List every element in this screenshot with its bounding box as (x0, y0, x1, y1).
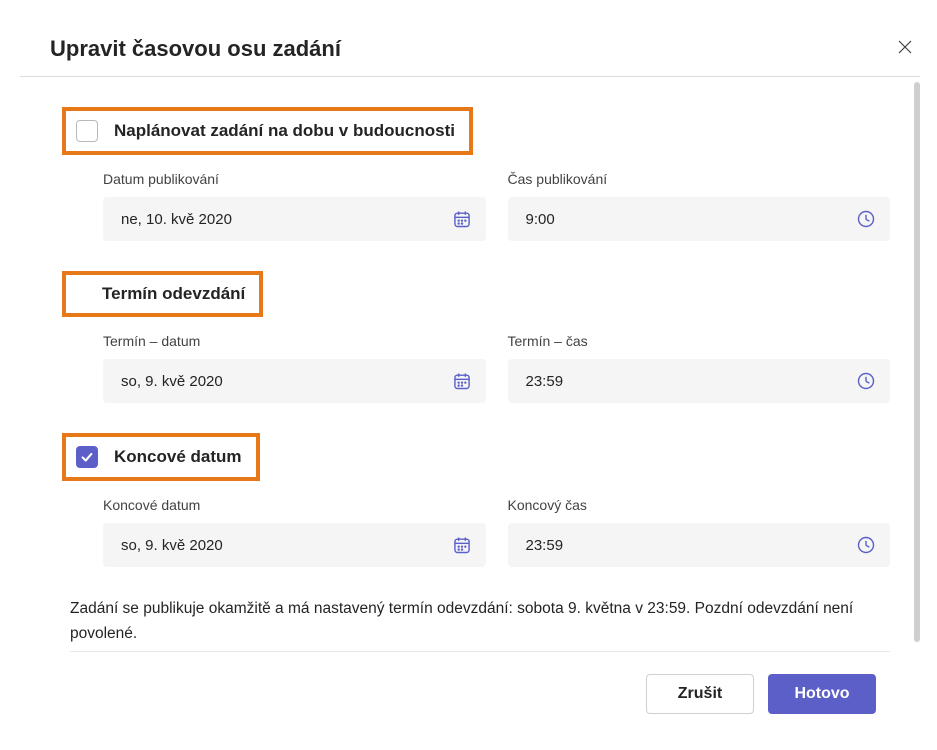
close-date-header-highlight: Koncové datum (62, 433, 260, 481)
schedule-header-highlight: Naplánovat zadání na dobu v budoucnosti (62, 107, 473, 155)
dialog-title: Upravit časovou osu zadání (20, 36, 341, 62)
calendar-icon (452, 371, 472, 391)
publish-time-value: 9:00 (526, 211, 555, 228)
cancel-button[interactable]: Zrušit (646, 674, 754, 714)
schedule-checkbox[interactable] (76, 120, 98, 142)
due-header-highlight: Termín odevzdání (62, 271, 263, 317)
due-fields: Termín – datum so, 9. kvě 2020 Termín – … (103, 333, 890, 403)
due-date-value: so, 9. kvě 2020 (121, 373, 223, 390)
close-date-heading: Koncové datum (114, 447, 242, 467)
clock-icon (856, 371, 876, 391)
due-date-input[interactable]: so, 9. kvě 2020 (103, 359, 486, 403)
close-button[interactable] (890, 34, 920, 64)
due-date-field: Termín – datum so, 9. kvě 2020 (103, 333, 486, 403)
dialog-header: Upravit časovou osu zadání (20, 34, 920, 77)
publish-date-label: Datum publikování (103, 171, 486, 187)
schedule-fields: Datum publikování ne, 10. kvě 2020 Čas p… (103, 171, 890, 241)
close-icon (897, 39, 913, 60)
scrollbar[interactable] (914, 82, 920, 642)
calendar-icon (452, 535, 472, 555)
close-time-input[interactable]: 23:59 (508, 523, 891, 567)
publish-date-value: ne, 10. kvě 2020 (121, 211, 232, 228)
close-date-checkbox[interactable] (76, 446, 98, 468)
publish-time-field: Čas publikování 9:00 (508, 171, 891, 241)
close-time-value: 23:59 (526, 537, 564, 554)
schedule-section: Naplánovat zadání na dobu v budoucnosti … (65, 107, 890, 241)
publish-date-input[interactable]: ne, 10. kvě 2020 (103, 197, 486, 241)
publish-time-label: Čas publikování (508, 171, 891, 187)
close-date-input[interactable]: so, 9. kvě 2020 (103, 523, 486, 567)
due-date-label: Termín – datum (103, 333, 486, 349)
close-date-section: Koncové datum Koncové datum so, 9. kvě 2… (65, 433, 890, 567)
close-time-field: Koncový čas 23:59 (508, 497, 891, 567)
edit-timeline-dialog: Upravit časovou osu zadání Naplánovat za… (20, 0, 920, 714)
due-time-input[interactable]: 23:59 (508, 359, 891, 403)
due-time-value: 23:59 (526, 373, 564, 390)
clock-icon (856, 535, 876, 555)
publish-time-input[interactable]: 9:00 (508, 197, 891, 241)
publish-date-field: Datum publikování ne, 10. kvě 2020 (103, 171, 486, 241)
close-date-label: Koncové datum (103, 497, 486, 513)
due-time-label: Termín – čas (508, 333, 891, 349)
close-date-field: Koncové datum so, 9. kvě 2020 (103, 497, 486, 567)
summary-text: Zadání se publikuje okamžitě a má nastav… (70, 597, 890, 652)
due-heading: Termín odevzdání (102, 284, 245, 304)
done-button[interactable]: Hotovo (768, 674, 876, 714)
due-time-field: Termín – čas 23:59 (508, 333, 891, 403)
close-date-value: so, 9. kvě 2020 (121, 537, 223, 554)
close-time-label: Koncový čas (508, 497, 891, 513)
close-date-fields: Koncové datum so, 9. kvě 2020 Koncový ča… (103, 497, 890, 567)
calendar-icon (452, 209, 472, 229)
dialog-footer: Zrušit Hotovo (20, 652, 920, 714)
schedule-checkbox-label: Naplánovat zadání na dobu v budoucnosti (114, 121, 455, 141)
due-section: Termín odevzdání Termín – datum so, 9. k… (65, 271, 890, 403)
clock-icon (856, 209, 876, 229)
